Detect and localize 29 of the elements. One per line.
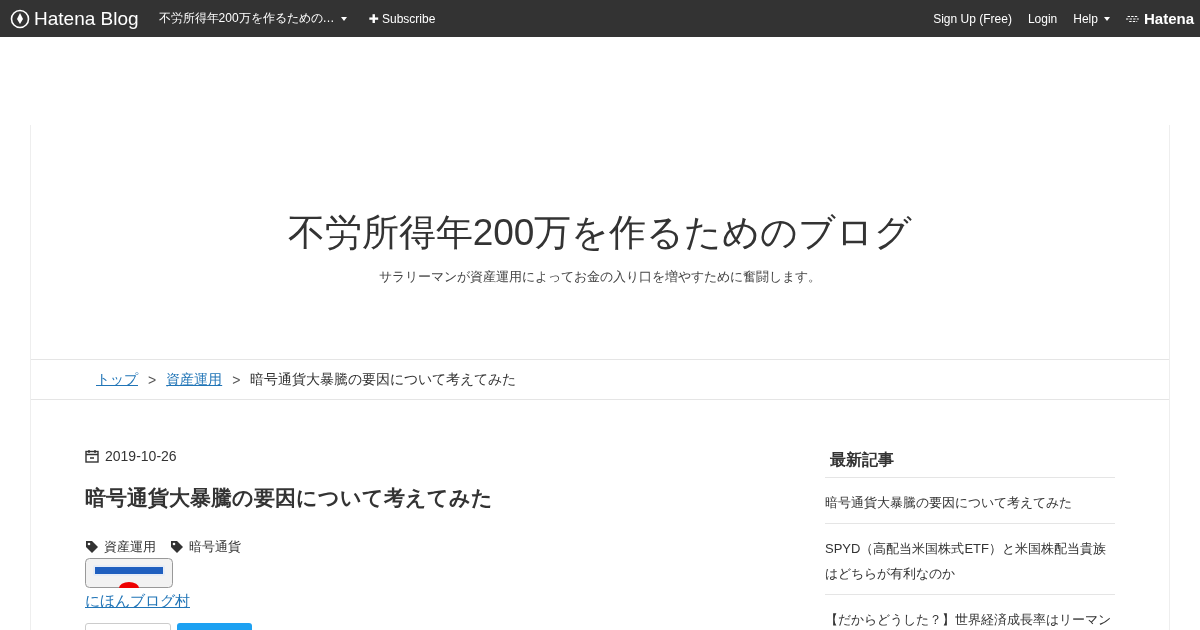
category-tag[interactable]: 資産運用 (85, 538, 156, 556)
breadcrumb-current: 暗号通貨大暴騰の要因について考えてみた (250, 370, 517, 389)
recent-post-link[interactable]: 【だからどうした？】世界経済成長率はリーマン (825, 595, 1115, 630)
caret-icon (340, 16, 347, 21)
tag-icon (170, 540, 184, 554)
pen-nib-icon (10, 8, 30, 29)
breadcrumb-link[interactable]: 資産運用 (166, 370, 223, 389)
tag-icon (85, 540, 99, 554)
nav-link[interactable]: Login (1027, 11, 1058, 26)
subscribe-link[interactable]: ✚ Subscribe (368, 11, 436, 26)
recent-post-link[interactable]: SPYD（高配当米国株式ETF）と米国株配当貴族はどちらが有利なのか (825, 524, 1115, 595)
blog-menu[interactable]: 不労所得年200万を作るための… (158, 10, 347, 27)
blog-village-link[interactable]: にほんブログ村 (85, 592, 190, 611)
sidebar-heading: 最新記事 (825, 448, 1115, 478)
recent-post-link[interactable]: 暗号通貨大暴騰の要因について考えてみた (825, 478, 1115, 524)
calendar-icon (85, 449, 99, 463)
category-tag[interactable]: 暗号通貨 (170, 538, 241, 556)
nav-link[interactable]: Sign Up (Free) (933, 11, 1012, 26)
help-menu[interactable]: Help (1073, 11, 1110, 26)
caret-icon (1103, 16, 1110, 21)
hatena-blog-logo[interactable]: Hatena Blog (10, 7, 139, 30)
breadcrumb-link[interactable]: トップ (96, 370, 138, 389)
blog-description: サラリーマンが資産運用によってお金の入り口を増やすために奮闘します。 (379, 268, 821, 286)
entry-date: 2019-10-26 (105, 448, 177, 464)
breadcrumb-separator: > (148, 371, 157, 388)
breadcrumb-separator: > (232, 371, 241, 388)
blog-title[interactable]: 不労所得年200万を作るためのブログ (287, 208, 913, 258)
entry-title[interactable]: 暗号通貨大暴騰の要因について考えてみた (85, 484, 825, 512)
hatena-logo[interactable]: Hatena (1125, 10, 1194, 27)
